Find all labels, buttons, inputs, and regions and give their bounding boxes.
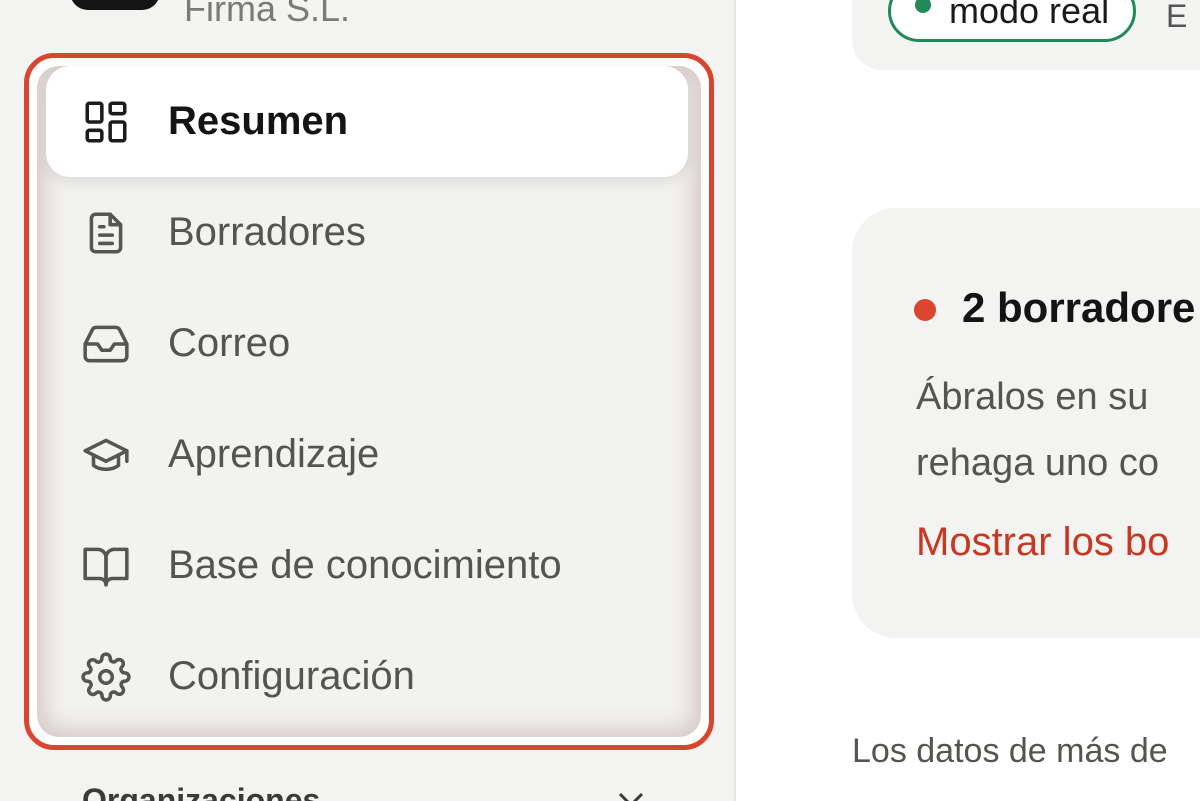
org-logo[interactable] [70,0,160,10]
drafts-card-title: 2 borradore [962,284,1196,331]
sidebar-item-configuracion[interactable]: Configuración [46,621,688,732]
footer-note: Los datos de más de [852,732,1168,770]
graduation-cap-icon [80,429,132,481]
drafts-card-body: Ábralos en su rehaga uno co [916,364,1200,496]
organizations-section-toggle[interactable]: Organizaciones [82,782,320,801]
alert-dot-icon [914,299,936,321]
sidebar-item-label: Resumen [168,99,349,143]
dashboard-grid-icon [80,96,132,148]
sidebar-item-label: Aprendizaje [168,432,380,476]
mode-badge-label: modo real [949,0,1110,31]
sidebar-nav: Resumen Borradores Correo Aprendizaje Ba… [46,66,688,732]
inbox-icon [80,318,132,370]
main-content: modo real E 2 borradore Ábralos en su re… [738,0,1200,801]
sidebar-item-aprendizaje[interactable]: Aprendizaje [46,399,688,510]
sidebar-item-label: Base de conocimiento [168,543,562,587]
gear-icon [80,651,132,703]
org-name[interactable]: Firma S.L. [184,0,350,30]
sidebar-item-base-de-conocimiento[interactable]: Base de conocimiento [46,510,688,621]
drafts-card-body-line: rehaga uno co [916,442,1159,484]
sidebar-item-label: Configuración [168,654,415,698]
status-dot-icon [915,0,931,13]
top-card-extra-text: E [1166,0,1188,34]
sidebar: Firma S.L. Resumen Borradores Correo Apr… [0,0,736,801]
document-icon [80,207,132,259]
mode-badge[interactable]: modo real [888,0,1137,42]
sidebar-item-resumen[interactable]: Resumen [46,66,688,177]
show-drafts-link[interactable]: Mostrar los bo [916,520,1169,565]
sidebar-item-label: Correo [168,321,291,365]
drafts-card-body-line: Ábralos en su [916,376,1149,418]
chevron-down-icon[interactable] [616,790,646,801]
book-open-icon [80,540,132,592]
drafts-card: 2 borradore Ábralos en su rehaga uno co … [852,208,1200,638]
sidebar-item-borradores[interactable]: Borradores [46,177,688,288]
sidebar-item-correo[interactable]: Correo [46,288,688,399]
sidebar-item-label: Borradores [168,210,366,254]
